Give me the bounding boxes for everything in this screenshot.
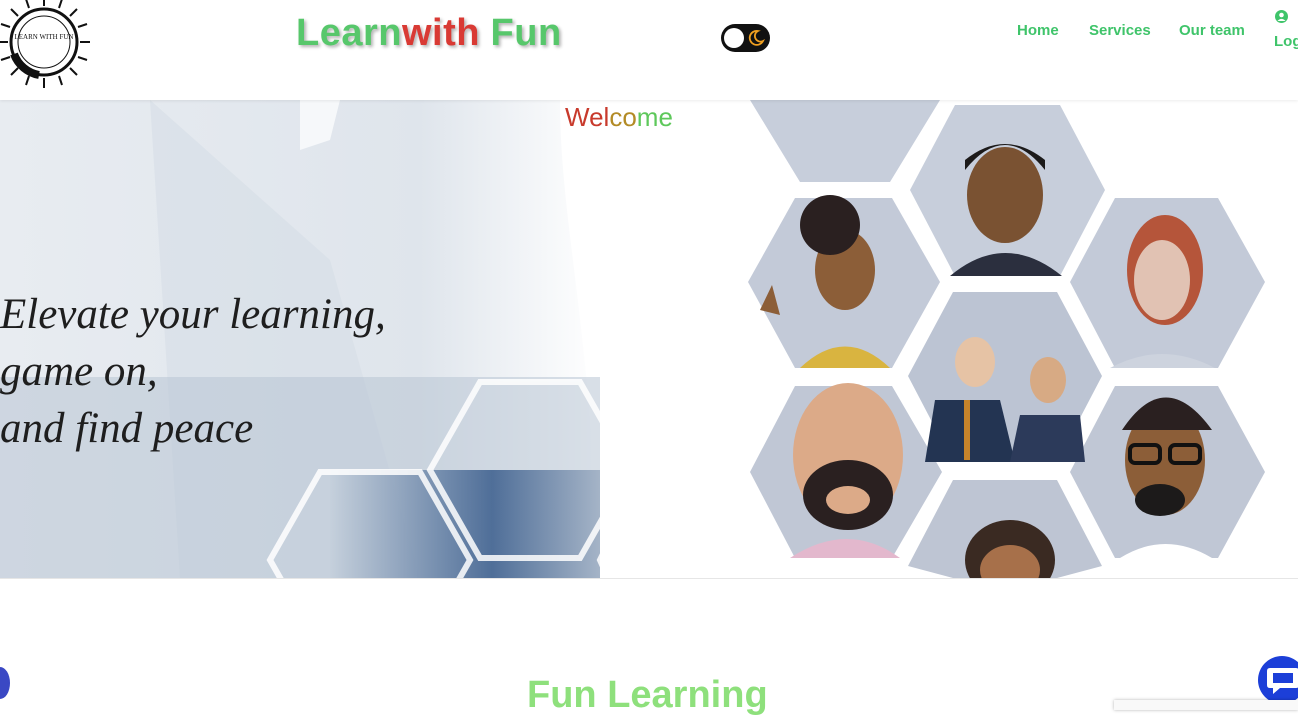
people-portraits-icon bbox=[748, 100, 1265, 578]
brand-learn: Learn bbox=[296, 12, 402, 54]
tagline-line-3: and find peace bbox=[0, 405, 254, 452]
theme-toggle[interactable] bbox=[721, 24, 770, 52]
hero-tagline: Elevate your learning, game on, and find… bbox=[0, 286, 386, 457]
brand-title[interactable]: Learnwith Fun bbox=[296, 12, 562, 55]
moon-icon bbox=[748, 30, 765, 46]
nav-login[interactable]: Log bbox=[1274, 33, 1298, 50]
welcome-heading: Welcome bbox=[565, 102, 673, 133]
recaptcha-badge bbox=[1114, 700, 1298, 710]
welcome-part-1: Wel bbox=[565, 102, 610, 132]
section-title: Fun Learning bbox=[527, 674, 768, 716]
site-logo[interactable]: LEARN WITH FUN bbox=[0, 0, 94, 92]
nav-home[interactable]: Home bbox=[1017, 22, 1059, 39]
site-header: LEARN WITH FUN Learnwith Fun Home Servic… bbox=[0, 0, 1298, 100]
brand-with: with bbox=[401, 12, 480, 54]
chat-button[interactable] bbox=[1258, 656, 1298, 704]
svg-text:LEARN WITH FUN: LEARN WITH FUN bbox=[15, 33, 74, 41]
tagline-line-1: Elevate your learning, bbox=[0, 291, 386, 338]
side-floating-button[interactable] bbox=[0, 667, 10, 699]
nav-services[interactable]: Services bbox=[1089, 22, 1151, 39]
chat-bubble-icon bbox=[1267, 668, 1298, 694]
sunburst-logo-icon: LEARN WITH FUN bbox=[0, 0, 90, 88]
welcome-part-3: me bbox=[636, 102, 673, 132]
tagline-line-2: game on, bbox=[0, 348, 158, 395]
nav-our-team[interactable]: Our team bbox=[1179, 22, 1245, 39]
user-circle-icon[interactable] bbox=[1275, 10, 1288, 23]
brand-fun: Fun bbox=[490, 12, 562, 54]
hero-banner: Welcome Elevate your learning, game on, … bbox=[0, 100, 1298, 579]
welcome-part-2: co bbox=[609, 102, 637, 132]
toggle-knob bbox=[724, 28, 744, 48]
